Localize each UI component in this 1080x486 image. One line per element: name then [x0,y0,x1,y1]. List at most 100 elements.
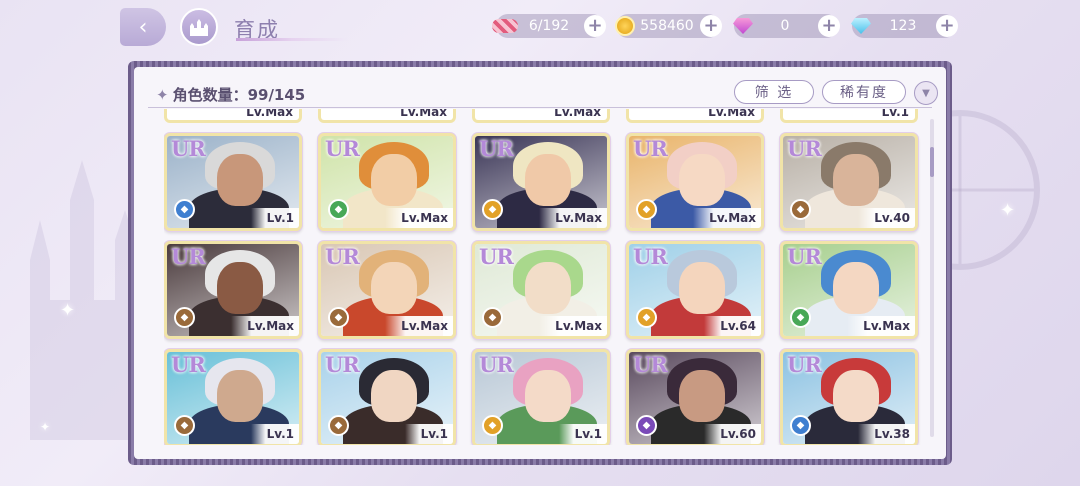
card-level-label: Lv.38 [858,424,915,444]
back-arrow-icon: ‹ [138,14,148,40]
divider [148,107,932,108]
attribute-icon: ◆ [482,415,503,436]
card-level-label: Lv.Max [693,208,761,228]
character-card[interactable]: UR ◆ Lv.1 [318,349,456,445]
resource-blue-diamond: 123 + [851,14,958,38]
attribute-icon: ◆ [482,199,503,220]
attribute-icon: ◆ [328,199,349,220]
rarity-badge: UR [479,136,514,161]
attribute-icon: ◆ [174,307,195,328]
character-count-text: 角色数量：99/145 [172,86,306,104]
rarity-badge: UR [171,136,206,161]
sparkle-icon: ✦ [40,420,51,434]
rarity-badge: UR [633,136,668,161]
attribute-icon: ◆ [790,307,811,328]
star-icon: ✦ [156,86,169,104]
rarity-badge: UR [325,136,360,161]
coin-icon [610,11,640,41]
pink-diamond-icon [728,11,758,41]
character-card[interactable]: UR ◆ Lv.Max [318,133,456,231]
attribute-icon: ◆ [790,415,811,436]
portrait-face [217,370,263,422]
attribute-icon: ◆ [482,307,503,328]
back-button[interactable]: ‹ [120,8,166,46]
home-button[interactable] [180,8,218,46]
character-card-partial[interactable]: Lv.Max [164,109,302,123]
sparkle-icon: ✦ [60,300,76,321]
character-card-partial[interactable]: Lv.Max [318,109,456,123]
filter-button[interactable]: 筛 选 [734,80,814,104]
sort-rarity-button[interactable]: 稀有度 [822,80,906,104]
card-level-label: Lv.1 [250,208,299,228]
character-card[interactable]: UR ◆ Lv.1 [164,349,302,445]
add-pink-diamond-button[interactable]: + [818,15,840,37]
character-card[interactable]: UR ◆ Lv.Max [164,241,302,339]
resource-coin: 558460 + [615,14,722,38]
sort-order-button[interactable]: ▼ [914,81,938,105]
card-level-label: Lv.Max [385,208,453,228]
rarity-badge: UR [787,244,822,269]
attribute-icon: ◆ [174,199,195,220]
attribute-icon: ◆ [636,199,657,220]
character-card-partial[interactable]: Lv.Max [472,109,610,123]
character-card[interactable]: UR ◆ Lv.1 [164,133,302,231]
rarity-badge: UR [171,352,206,377]
card-level-label: Lv.Max [554,109,601,119]
attribute-icon: ◆ [328,307,349,328]
portrait-face [217,262,263,314]
sparkle-icon: ✦ [1000,200,1016,221]
attribute-icon: ◆ [636,415,657,436]
portrait-face [679,262,725,314]
card-level-label: Lv.64 [704,316,761,336]
add-coin-button[interactable]: + [700,15,722,37]
character-card-partial[interactable]: Lv.1 [780,109,918,123]
portrait-face [217,154,263,206]
add-blue-diamond-button[interactable]: + [936,15,958,37]
rarity-badge: UR [325,352,360,377]
character-panel: ✦ 角色数量：99/145 筛 选 稀有度 ▼ Lv.Max Lv.Max Lv.Ma… [134,67,946,459]
card-level-label: Lv.Max [847,316,915,336]
attribute-icon: ◆ [174,415,195,436]
character-card[interactable]: UR ◆ Lv.60 [626,349,764,445]
scroll-thumb[interactable] [930,147,934,177]
portrait-face [525,370,571,422]
rarity-badge: UR [633,352,668,377]
rarity-badge: UR [787,136,822,161]
card-level-label: Lv.Max [231,316,299,336]
scrollbar[interactable] [930,119,934,437]
portrait-face [371,262,417,314]
add-candy-button[interactable]: + [584,15,606,37]
rarity-badge: UR [633,244,668,269]
character-card[interactable]: UR ◆ Lv.Max [626,133,764,231]
rarity-badge: UR [479,352,514,377]
portrait-face [525,154,571,206]
attribute-icon: ◆ [636,307,657,328]
card-level-label: Lv.Max [246,109,293,119]
card-level-label: Lv.1 [404,424,453,444]
rarity-badge: UR [479,244,514,269]
portrait-face [525,262,571,314]
card-level-label: Lv.Max [400,109,447,119]
card-level-label: Lv.Max [385,316,453,336]
character-card[interactable]: UR ◆ Lv.1 [472,349,610,445]
portrait-face [371,370,417,422]
character-card[interactable]: UR ◆ Lv.Max [780,241,918,339]
title-underline [236,38,348,41]
card-level-label: Lv.Max [708,109,755,119]
character-card[interactable]: UR ◆ Lv.40 [780,133,918,231]
character-card[interactable]: UR ◆ Lv.Max [472,241,610,339]
card-level-label: Lv.1 [250,424,299,444]
character-card-partial[interactable]: Lv.Max [626,109,764,123]
character-count-label: ✦ 角色数量：99/145 [156,84,305,105]
card-level-label: Lv.1 [881,109,909,119]
character-grid: Lv.Max Lv.Max Lv.Max Lv.Max Lv.1 UR ◆ Lv.1 UR ◆ Lv… [164,109,924,445]
character-card[interactable]: UR ◆ Lv.Max [472,133,610,231]
attribute-icon: ◆ [328,415,349,436]
portrait-face [833,262,879,314]
chevron-down-icon: ▼ [922,87,930,99]
card-level-label: Lv.60 [704,424,761,444]
card-level-label: Lv.40 [858,208,915,228]
character-card[interactable]: UR ◆ Lv.64 [626,241,764,339]
character-card[interactable]: UR ◆ Lv.38 [780,349,918,445]
character-card[interactable]: UR ◆ Lv.Max [318,241,456,339]
